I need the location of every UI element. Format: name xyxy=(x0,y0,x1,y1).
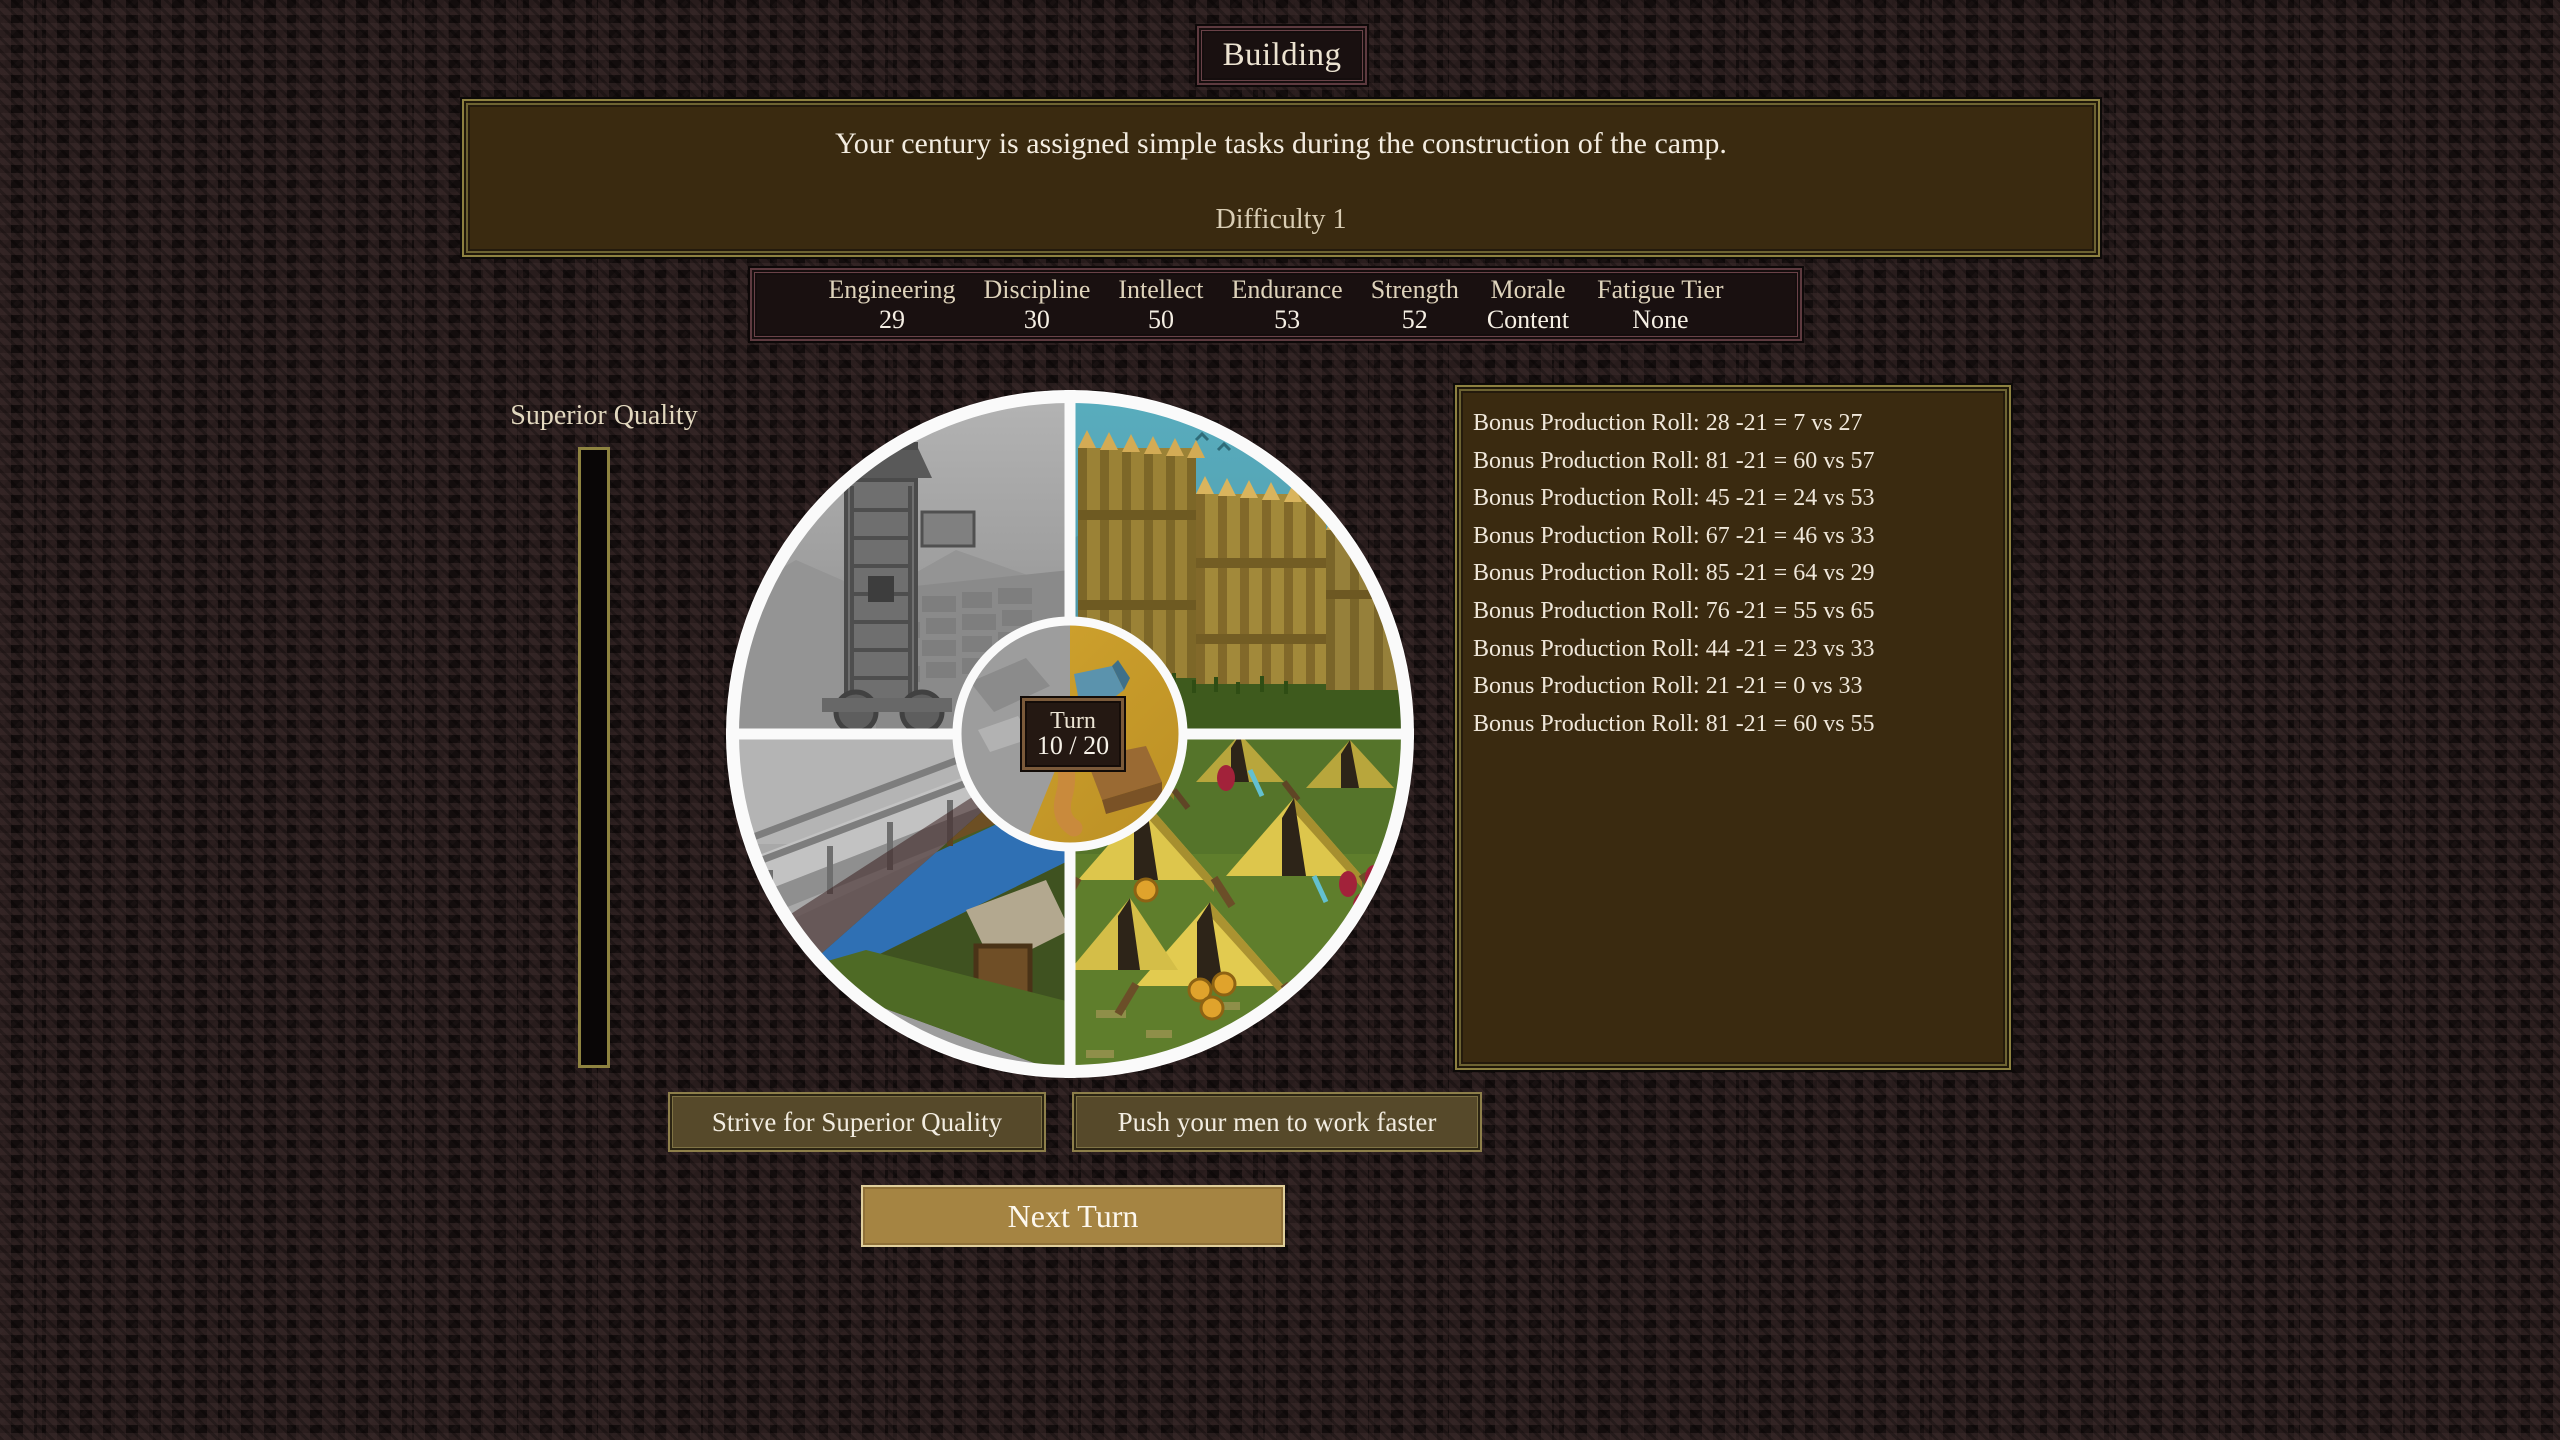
stat-column: Intellect 50 xyxy=(1104,274,1217,334)
superior-quality-label: Superior Quality xyxy=(510,400,698,431)
event-description-panel: Your century is assigned simple tasks du… xyxy=(460,97,2102,259)
stat-value: None xyxy=(1632,304,1689,334)
app-background: Building Your century is assigned simple… xyxy=(0,0,2560,1440)
stat-name: Engineering xyxy=(828,274,956,304)
stat-name: Intellect xyxy=(1118,274,1204,304)
production-log-panel[interactable]: Bonus Production Roll: 28 -21 = 7 vs 27 B… xyxy=(1453,383,2013,1072)
push-men-to-work-faster-button[interactable]: Push your men to work faster xyxy=(1072,1092,1482,1152)
stat-column: Morale Content xyxy=(1473,274,1583,334)
strive-for-superior-quality-button[interactable]: Strive for Superior Quality xyxy=(668,1092,1046,1152)
log-line: Bonus Production Roll: 21 -21 = 0 vs 33 xyxy=(1473,673,1863,700)
stat-name: Strength xyxy=(1370,274,1459,304)
log-line: Bonus Production Roll: 81 -21 = 60 vs 55 xyxy=(1473,710,1875,737)
turn-counter: Turn 10 / 20 xyxy=(1022,698,1124,770)
next-turn-label: Next Turn xyxy=(1007,1197,1139,1234)
turn-counter-label: Turn xyxy=(1050,707,1096,734)
turn-counter-value: 10 / 20 xyxy=(1036,730,1110,760)
stat-column: Fatigue Tier None xyxy=(1583,274,1737,334)
stat-name: Morale xyxy=(1490,274,1566,304)
stat-value: Content xyxy=(1486,304,1570,334)
stats-bar: Engineering 29 Discipline 30 Intellect 50 Endu… xyxy=(748,266,1804,343)
stat-value: 53 xyxy=(1274,304,1301,334)
log-line: Bonus Production Roll: 76 -21 = 55 vs 65 xyxy=(1473,597,1875,624)
stat-value: 30 xyxy=(1023,304,1050,334)
stat-value: 52 xyxy=(1401,304,1428,334)
event-description-text: Your century is assigned simple tasks du… xyxy=(835,127,1727,160)
stat-column: Strength 52 xyxy=(1357,274,1473,334)
log-line: Bonus Production Roll: 45 -21 = 24 vs 53 xyxy=(1473,485,1875,512)
next-turn-button[interactable]: Next Turn xyxy=(861,1185,1285,1247)
stat-name: Discipline xyxy=(983,274,1091,304)
stat-column: Discipline 30 xyxy=(969,274,1104,334)
log-line: Bonus Production Roll: 44 -21 = 23 vs 33 xyxy=(1473,635,1875,662)
page-title-label: Building xyxy=(1222,37,1342,73)
stat-name: Fatigue Tier xyxy=(1597,274,1724,304)
log-line: Bonus Production Roll: 67 -21 = 46 vs 33 xyxy=(1473,522,1875,549)
stat-name: Endurance xyxy=(1231,274,1343,304)
push-men-to-work-faster-label: Push your men to work faster xyxy=(1117,1106,1437,1137)
strive-for-superior-quality-label: Strive for Superior Quality xyxy=(711,1106,1003,1137)
page-title: Building xyxy=(1195,24,1369,87)
stat-value: 29 xyxy=(878,304,905,334)
stat-value: 50 xyxy=(1147,304,1174,334)
stat-column: Endurance 53 xyxy=(1218,274,1357,334)
event-difficulty-label: Difficulty 1 xyxy=(1215,204,1347,235)
log-line: Bonus Production Roll: 28 -21 = 7 vs 27 xyxy=(1473,410,1863,436)
superior-quality-meter xyxy=(578,447,610,1068)
log-line: Bonus Production Roll: 85 -21 = 64 vs 29 xyxy=(1473,560,1875,587)
log-line: Bonus Production Roll: 81 -21 = 60 vs 57 xyxy=(1473,447,1875,474)
stat-column: Engineering 29 xyxy=(814,274,969,334)
